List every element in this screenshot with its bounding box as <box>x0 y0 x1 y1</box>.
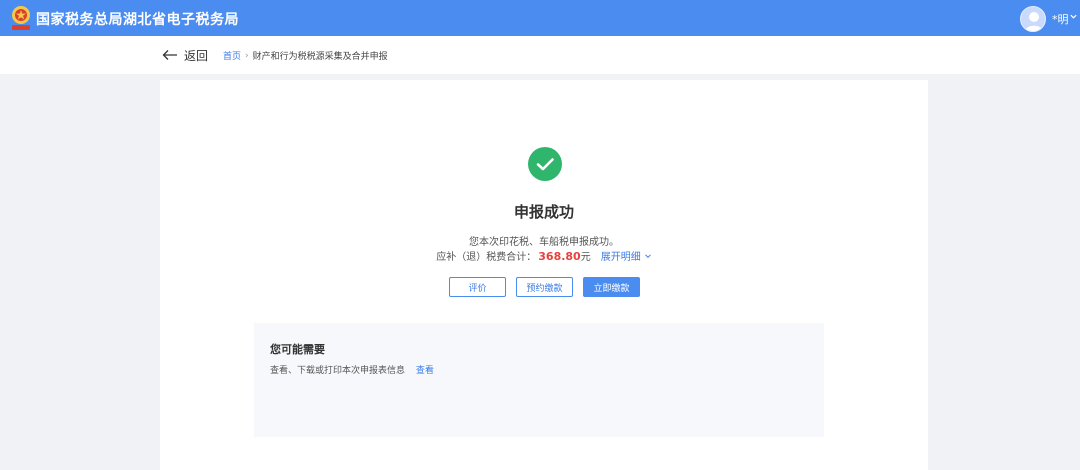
tax-emblem-icon <box>12 6 30 30</box>
result-card: 申报成功 您本次印花税、车船税申报成功。 应补（退）税费合计： 368.80 元… <box>160 80 928 470</box>
suggestions-panel: 您可能需要 查看、下载或打印本次申报表信息 查看 <box>254 323 824 437</box>
breadcrumb-separator: › <box>245 50 249 61</box>
breadcrumb-home-link[interactable]: 首页 <box>223 49 241 62</box>
user-avatar[interactable] <box>1020 6 1046 32</box>
expand-details-link[interactable]: 展开明细 <box>601 248 652 263</box>
check-circle-icon <box>528 147 562 181</box>
suggestion-item: 查看、下载或打印本次申报表信息 查看 <box>270 363 434 376</box>
total-amount: 368.80 <box>538 250 581 263</box>
top-header: 国家税务总局湖北省电子税务局 *明 <box>0 0 1080 36</box>
chevron-down-icon <box>644 253 651 258</box>
chevron-down-icon[interactable] <box>1069 12 1078 21</box>
result-title: 申报成功 <box>513 203 574 221</box>
reserve-payment-button[interactable]: 预约缴款 <box>516 277 573 297</box>
total-label: 应补（退）税费合计： <box>436 252 537 263</box>
view-declaration-link[interactable]: 查看 <box>416 366 434 376</box>
nav-bar: 返回 首页 › 财产和行为税税源采集及合并申报 <box>0 36 1080 74</box>
breadcrumb-current: 财产和行为税税源采集及合并申报 <box>252 52 388 62</box>
total-unit: 元 <box>580 252 591 263</box>
suggestions-title: 您可能需要 <box>270 343 325 356</box>
back-button[interactable]: 返回 <box>162 46 208 64</box>
site-title: 国家税务总局湖北省电子税务局 <box>36 12 239 28</box>
result-description: 您本次印花税、车船税申报成功。 <box>469 237 619 248</box>
back-label: 返回 <box>184 48 209 63</box>
user-name[interactable]: *明 <box>1052 11 1069 27</box>
arrow-left-icon <box>162 50 177 60</box>
expand-details-label: 展开明细 <box>600 252 641 263</box>
pay-now-button[interactable]: 立即缴款 <box>583 277 640 297</box>
total-line: 应补（退）税费合计： 368.80 元 展开明细 <box>160 248 928 263</box>
breadcrumb: 首页 › 财产和行为税税源采集及合并申报 <box>223 49 388 63</box>
evaluate-button[interactable]: 评价 <box>449 277 506 297</box>
user-icon <box>1025 12 1043 31</box>
suggestion-text: 查看、下载或打印本次申报表信息 <box>270 366 406 376</box>
